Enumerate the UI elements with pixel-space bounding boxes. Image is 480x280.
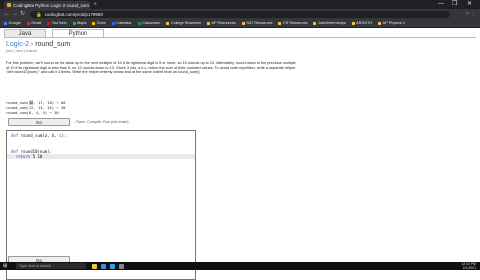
bookmark-icon (47, 21, 51, 25)
bookmark-icon (241, 21, 245, 25)
tab-divider (4, 37, 476, 38)
bookmark-label: SAT Resources (246, 21, 273, 25)
bookmark-label: CS Resources (282, 21, 308, 25)
tab-python[interactable]: Python (52, 29, 104, 37)
code-line: return 5 10 (7, 153, 195, 159)
bookmark-item[interactable]: Jobs/Internships (313, 21, 346, 25)
bookmark-icon (378, 21, 382, 25)
minimize-button[interactable]: — (438, 0, 444, 9)
bookmark-icon (278, 21, 282, 25)
bookmark-label: College Research (170, 21, 202, 25)
bookmark-item[interactable]: ARGNTH (351, 21, 373, 25)
code-text: 5 10 (32, 153, 43, 159)
address-bar[interactable]: 🔒 codingbat.com/prob/p179960 (30, 10, 450, 18)
bookmark-item[interactable]: Classroom (137, 21, 161, 25)
bookmark-label: Google (8, 21, 21, 25)
bookmark-icon (313, 21, 317, 25)
problem-name: round_sum (35, 41, 71, 48)
bookmark-label: YouTube (51, 21, 67, 25)
bookmark-item[interactable]: College Research (166, 21, 201, 25)
bookmark-icon (4, 21, 7, 25)
bookmark-icon (92, 21, 96, 25)
bookmark-icon (137, 21, 141, 25)
maximize-button[interactable]: ❐ (452, 0, 457, 9)
page-content: Java Python Logic-2 › round_sum prev | n… (0, 29, 480, 280)
bookmark-label: Drive (96, 21, 106, 25)
code-keyword: return (11, 153, 33, 159)
bookmark-item[interactable]: AP Physics 1 (378, 21, 405, 25)
breadcrumb-category[interactable]: Logic-2 (6, 41, 29, 48)
os-taskbar: ⊞ Type here to search 12:04 PM 2/1/2021 (0, 262, 480, 270)
bookmark-label: Maps (77, 21, 87, 25)
tab-close-icon[interactable]: × (89, 2, 90, 8)
go-hint: ...Save, Compile, Run (ctrl-enter) (73, 120, 129, 124)
example-text: round_sum(6, 4, 4) → 10 (6, 109, 59, 115)
bookmark-item[interactable]: Calendar (111, 21, 132, 25)
bookmarks-bar: Google Gmail YouTube Maps Drive Calendar Class… (0, 19, 480, 28)
bookmark-label: AP Resources (211, 21, 236, 25)
bookmark-item[interactable]: YouTube (47, 21, 67, 25)
favicon-icon (7, 3, 11, 7)
store-icon[interactable] (119, 263, 124, 269)
url-text: codingbat.com/prob/p179960 (44, 11, 103, 17)
browser-toolbar: ← → ↻ 🔒 codingbat.com/prob/p179960 ☆ ⋮ (0, 9, 480, 19)
file-explorer-icon[interactable] (92, 263, 97, 269)
bookmark-item[interactable]: Drive (92, 21, 106, 25)
bookmark-item[interactable]: SAT Resources (241, 21, 273, 25)
bookmark-label: Gmail (31, 21, 42, 25)
bookmark-item[interactable]: Google (4, 21, 21, 25)
clock-date: 2/1/2021 (462, 266, 476, 270)
chrome-icon[interactable] (101, 263, 106, 269)
taskbar-search[interactable]: Type here to search (16, 263, 86, 269)
examples-list: round_sum(16, 17, 18) → 60 round_sum(12, … (6, 100, 65, 116)
bookmark-icon (351, 21, 355, 25)
close-window-button[interactable]: ✕ (467, 0, 472, 9)
bookmark-icon (207, 21, 211, 25)
bookmark-label: ARGNTH (356, 21, 373, 25)
go-button[interactable]: Go (8, 118, 70, 126)
code-text: round_sum(a, b, c): (20, 133, 67, 138)
forward-button[interactable]: → (12, 9, 18, 19)
bookmark-icon (111, 21, 115, 25)
bookmark-label: Classroom (142, 21, 161, 25)
problem-subnav[interactable]: prev | next | chance (6, 49, 37, 53)
back-button[interactable]: ← (4, 9, 10, 19)
bookmark-icon (72, 21, 76, 25)
edge-icon[interactable] (110, 263, 115, 269)
tab-title: CodingBat Python Logic-2 round_sum (13, 2, 90, 8)
bookmark-label: Calendar (116, 21, 132, 25)
reload-button[interactable]: ↻ (20, 9, 25, 19)
bookmark-item[interactable]: CS Resources (278, 21, 307, 25)
browser-tab[interactable]: CodingBat Python Logic-2 round_sum × (4, 1, 90, 9)
toolbar-icons[interactable]: ☆ ⋮ (465, 9, 476, 19)
code-keyword: def (11, 133, 21, 138)
tab-java[interactable]: Java (4, 29, 46, 37)
browser-tabstrip: CodingBat Python Logic-2 round_sum × + —… (0, 0, 480, 9)
bookmark-item[interactable]: Maps (72, 21, 87, 25)
bookmark-item[interactable]: Gmail (26, 21, 42, 25)
bookmark-label: Jobs/Internships (317, 21, 346, 25)
lock-icon: 🔒 (36, 11, 42, 17)
taskbar-clock: 12:04 PM 2/1/2021 (461, 262, 476, 270)
page-title: Logic-2 › round_sum (6, 41, 70, 48)
bookmark-label: AP Physics 1 (382, 21, 405, 25)
new-tab-button[interactable]: + (93, 1, 97, 9)
bookmark-item[interactable]: AP Resources (207, 21, 236, 25)
start-icon[interactable]: ⊞ (3, 263, 7, 269)
bookmark-icon (26, 21, 30, 25)
example-line: round_sum(6, 4, 4) → 10 (6, 109, 65, 116)
bookmark-icon (166, 21, 170, 25)
problem-description: For this problem, we'll round an int val… (6, 61, 296, 75)
